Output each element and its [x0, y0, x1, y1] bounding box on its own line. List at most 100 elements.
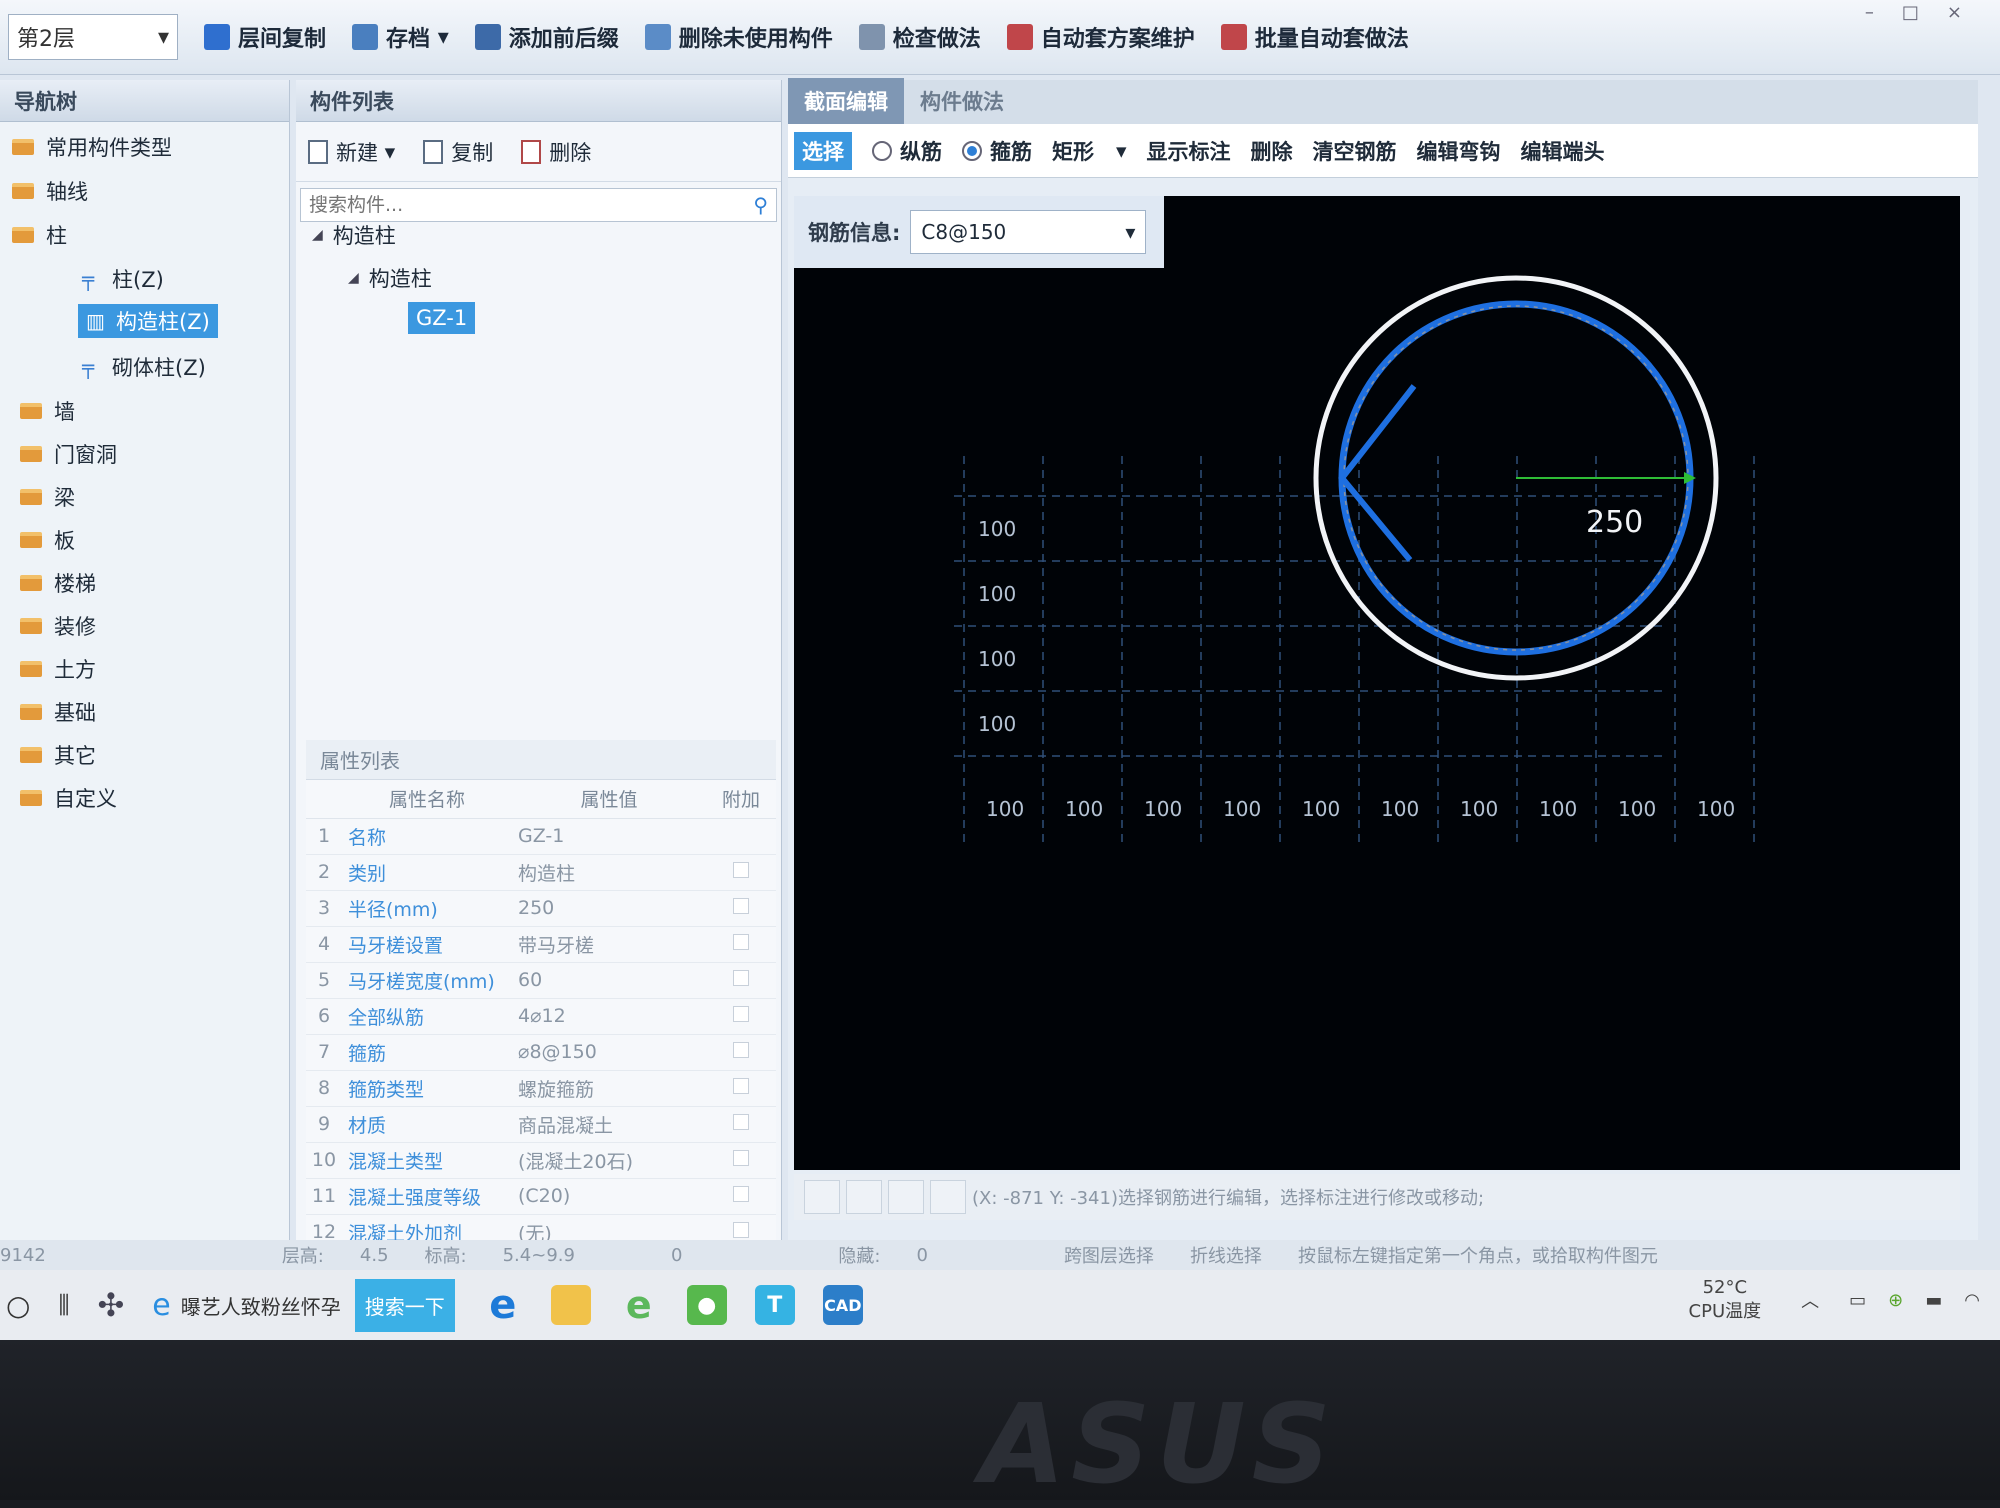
property-row[interactable]: 5 马牙槎宽度(mm) 60	[306, 962, 776, 999]
property-row[interactable]: 11 混凝土强度等级 (C20)	[306, 1178, 776, 1215]
cad-app-icon[interactable]: CAD	[822, 1285, 863, 1325]
edit-hook-button[interactable]: 编辑弯钩	[1416, 136, 1500, 166]
security-icon[interactable]: ⊕	[1888, 1290, 1903, 1311]
nav-item-axis[interactable]: 轴线	[12, 176, 88, 206]
shape-select[interactable]: 矩形 ▾	[1052, 136, 1126, 166]
add-point-icon[interactable]	[930, 1180, 966, 1214]
task-view-icon[interactable]: ⫼	[58, 1291, 69, 1319]
battery-icon[interactable]: ▬	[1925, 1290, 1942, 1311]
tab-section-edit[interactable]: 截面编辑	[788, 78, 904, 124]
nav-item-common[interactable]: 常用构件类型	[12, 132, 172, 162]
nav-item-custom[interactable]: 自定义	[20, 783, 117, 813]
expand-triangle-icon[interactable]: ◢	[312, 227, 323, 243]
delete-rebar-button[interactable]: 删除	[1250, 136, 1292, 166]
extra-checkbox[interactable]	[733, 1222, 749, 1238]
extra-checkbox[interactable]	[733, 970, 749, 986]
show-label-button[interactable]: 显示标注	[1146, 136, 1230, 166]
nav-item-beam[interactable]: 梁	[20, 482, 75, 512]
glodon-t-icon[interactable]: T	[754, 1285, 795, 1325]
extra-checkbox[interactable]	[733, 1006, 749, 1022]
auto-scheme-button[interactable]: 自动套方案维护	[1006, 21, 1195, 53]
drawing-canvas[interactable]: 钢筋信息: C8@150 ▾ 100 100 100 100 100 100 100 100 1…	[794, 196, 1960, 1170]
file-explorer-icon[interactable]	[550, 1285, 591, 1325]
extra-checkbox[interactable]	[733, 1150, 749, 1166]
edge-browser-icon[interactable]: e	[483, 1282, 523, 1328]
property-value[interactable]: 250	[512, 890, 706, 927]
taskbar-search-button[interactable]: 搜索一下	[354, 1278, 455, 1332]
new-component-button[interactable]: 新建 ▾	[308, 137, 395, 167]
nav-item-earthwork[interactable]: 土方	[20, 654, 96, 684]
expand-triangle-icon[interactable]: ◢	[348, 270, 359, 286]
property-value[interactable]: 螺旋箍筋	[512, 1070, 706, 1107]
nav-item-constructional-column[interactable]: ▥ 构造柱(Z)	[78, 304, 218, 338]
nav-item-decoration[interactable]: 装修	[20, 611, 96, 641]
search-icon[interactable]: ⚲	[753, 193, 768, 217]
nav-item-foundation[interactable]: 基础	[20, 697, 96, 727]
snap-icon[interactable]	[846, 1180, 882, 1214]
extra-checkbox[interactable]	[733, 1186, 749, 1202]
property-row[interactable]: 9 材质 商品混凝土	[306, 1106, 776, 1143]
nav-item-wall[interactable]: 墙	[20, 396, 75, 426]
radius-label[interactable]: 250	[1586, 505, 1643, 540]
tree-node-gz1[interactable]: GZ-1	[408, 302, 476, 334]
extra-checkbox[interactable]	[733, 862, 749, 878]
property-value[interactable]: 4⌀12	[512, 998, 706, 1035]
property-value[interactable]: (C20)	[512, 1178, 706, 1215]
notification-icon[interactable]: ▭	[1849, 1290, 1866, 1311]
ortho-icon[interactable]	[804, 1180, 840, 1214]
property-row[interactable]: 10 混凝土类型 (混凝土20石)	[306, 1142, 776, 1179]
check-method-button[interactable]: 检查做法	[858, 21, 981, 53]
property-value[interactable]: 商品混凝土	[512, 1106, 706, 1143]
extra-checkbox[interactable]	[733, 1042, 749, 1058]
ie-browser-icon[interactable]: e	[619, 1283, 659, 1327]
pinwheel-app-icon[interactable]: ✣	[97, 1286, 124, 1324]
delete-component-button[interactable]: 删除	[521, 137, 591, 167]
polyline-select-button[interactable]: 折线选择	[1190, 1242, 1262, 1268]
clear-rebar-button[interactable]: 清空钢筋	[1312, 136, 1396, 166]
property-row[interactable]: 2 类别 构造柱	[306, 854, 776, 891]
extra-checkbox[interactable]	[733, 898, 749, 914]
nav-item-openings[interactable]: 门窗洞	[20, 439, 117, 469]
property-row[interactable]: 3 半径(mm) 250	[306, 890, 776, 927]
nav-item-column-z[interactable]: ╤ 柱(Z)	[82, 264, 164, 294]
component-search-input[interactable]	[309, 194, 709, 216]
extra-checkbox[interactable]	[733, 1078, 749, 1094]
add-affix-button[interactable]: 添加前后缀	[474, 21, 619, 53]
select-tool-button[interactable]: 选择	[794, 131, 852, 170]
cross-layer-select-button[interactable]: 跨图层选择	[1064, 1242, 1154, 1268]
nav-item-column[interactable]: 柱	[12, 220, 67, 250]
nav-item-other[interactable]: 其它	[20, 740, 96, 770]
batch-auto-button[interactable]: 批量自动套做法	[1220, 21, 1409, 53]
property-value[interactable]: (混凝土20石)	[512, 1142, 706, 1179]
edit-end-button[interactable]: 编辑端头	[1520, 136, 1604, 166]
component-search[interactable]: ⚲	[300, 188, 777, 222]
copy-floor-button[interactable]: 层间复制	[204, 21, 326, 53]
longitudinal-radio[interactable]: 纵筋	[872, 136, 942, 166]
tab-component-method[interactable]: 构件做法	[904, 78, 1020, 124]
property-value[interactable]: ⌀8@150	[512, 1034, 706, 1071]
extra-checkbox[interactable]	[733, 934, 749, 950]
property-value[interactable]: GZ-1	[512, 818, 706, 855]
property-row[interactable]: 8 箍筋类型 螺旋箍筋	[306, 1070, 776, 1107]
property-value[interactable]: 带马牙槎	[512, 926, 706, 963]
wifi-icon[interactable]: ◠	[1964, 1290, 1980, 1311]
copy-component-button[interactable]: 复制	[423, 137, 493, 167]
perpendicular-icon[interactable]	[888, 1180, 924, 1214]
property-row[interactable]: 6 全部纵筋 4⌀12	[306, 998, 776, 1035]
chevron-up-icon[interactable]: ︿	[1801, 1287, 1819, 1313]
tree-node-group[interactable]: ◢ 构造柱	[348, 263, 432, 293]
archive-button[interactable]: 存档 ▾	[352, 21, 449, 53]
property-value[interactable]: 60	[512, 962, 706, 999]
delete-unused-button[interactable]: 删除未使用构件	[644, 21, 833, 53]
start-circle-icon[interactable]: ○	[6, 1289, 30, 1322]
news-widget[interactable]: e 曝艺人致粉丝怀孕	[152, 1288, 340, 1323]
property-row[interactable]: 4 马牙槎设置 带马牙槎	[306, 926, 776, 963]
rebar-info-select[interactable]: C8@150 ▾	[910, 210, 1147, 254]
wechat-icon[interactable]: ●	[686, 1285, 727, 1325]
window-controls[interactable]: –□×	[1865, 2, 1990, 23]
nav-item-slab[interactable]: 板	[20, 525, 75, 555]
floor-select[interactable]: 第2层 ▾	[8, 14, 178, 60]
property-value[interactable]: 构造柱	[512, 854, 706, 891]
nav-item-masonry-column[interactable]: ╤ 砌体柱(Z)	[82, 352, 206, 382]
nav-item-stairs[interactable]: 楼梯	[20, 568, 96, 598]
